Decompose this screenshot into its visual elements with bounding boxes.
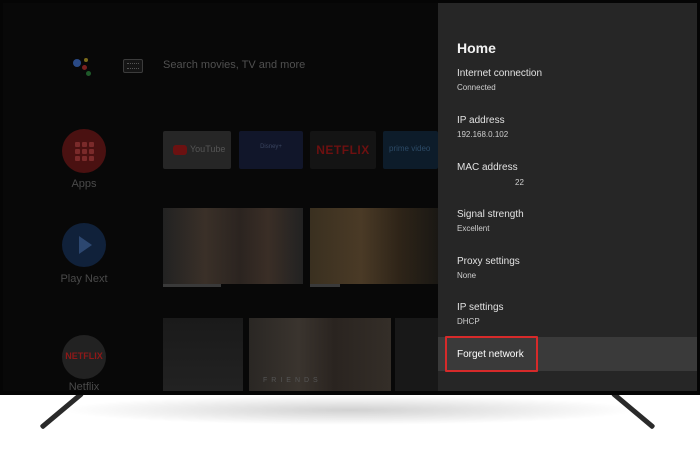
netflix-side-text: NETFLIX [65, 351, 103, 361]
app-tile-netflix[interactable]: NETFLIX [310, 131, 376, 169]
home-screen-background: Search movies, TV and more Apps Play Nex… [3, 3, 438, 391]
tv-shadow [60, 395, 640, 425]
setting-internet-connection[interactable]: Internet connection Connected [457, 68, 542, 92]
friends-title-text: FRIENDS [263, 377, 322, 384]
panel-title: Home [457, 40, 496, 56]
setting-value: 192.168.0.102 [457, 130, 509, 139]
progress-bar [163, 284, 221, 287]
setting-mac-address[interactable]: MAC address [457, 162, 518, 173]
app-tile-disney-text: Disney+ [260, 144, 282, 150]
setting-label: IP settings [457, 302, 504, 313]
sidebar-label-netflix: Netflix [68, 381, 100, 391]
tv-screen: Search movies, TV and more Apps Play Nex… [3, 3, 697, 391]
app-tile-youtube[interactable]: YouTube [163, 131, 231, 169]
setting-label: MAC address [457, 162, 518, 173]
highlight-box [445, 336, 538, 372]
app-tile-prime-text: prime video [389, 144, 431, 153]
setting-value: DHCP [457, 317, 480, 326]
setting-value: Connected [457, 83, 496, 92]
netflix-thumbnail[interactable] [395, 318, 438, 391]
app-tile-youtube-text: YouTube [190, 144, 226, 154]
tv-frame: Search movies, TV and more Apps Play Nex… [0, 0, 700, 395]
network-settings-panel: Home Internet connection Connected IP ad… [438, 3, 697, 391]
search-placeholder[interactable]: Search movies, TV and more [163, 59, 305, 71]
sidebar-label-play-next: Play Next [60, 273, 108, 285]
google-assistant-icon[interactable] [71, 55, 97, 79]
apps-icon[interactable] [62, 129, 106, 173]
setting-ip-address[interactable]: IP address 192.168.0.102 [457, 115, 508, 139]
setting-label: Signal strength [457, 209, 524, 220]
setting-ip-settings[interactable]: IP settings DHCP [457, 302, 504, 326]
app-tile-prime-video[interactable]: prime video [383, 131, 438, 169]
setting-signal-strength[interactable]: Signal strength Excellent [457, 209, 524, 233]
setting-label: Proxy settings [457, 256, 520, 267]
app-tile-disney[interactable]: Disney+ [239, 131, 303, 169]
youtube-play-icon [173, 145, 187, 155]
sidebar-label-apps: Apps [71, 178, 97, 190]
play-next-thumbnail[interactable] [310, 208, 438, 284]
setting-value-mac: 22 [515, 178, 524, 187]
keyboard-icon[interactable] [123, 59, 143, 73]
setting-label: Internet connection [457, 68, 543, 79]
netflix-thumbnail[interactable] [163, 318, 243, 391]
setting-proxy-settings[interactable]: Proxy settings None [457, 256, 520, 280]
progress-bar [310, 284, 340, 287]
play-next-thumbnail[interactable] [163, 208, 303, 284]
netflix-icon[interactable]: NETFLIX [62, 335, 106, 379]
play-next-icon[interactable] [62, 223, 106, 267]
setting-value: None [457, 271, 477, 280]
setting-value: Excellent [457, 224, 490, 233]
app-tile-netflix-text: NETFLIX [316, 143, 370, 157]
setting-label: IP address [457, 115, 505, 126]
